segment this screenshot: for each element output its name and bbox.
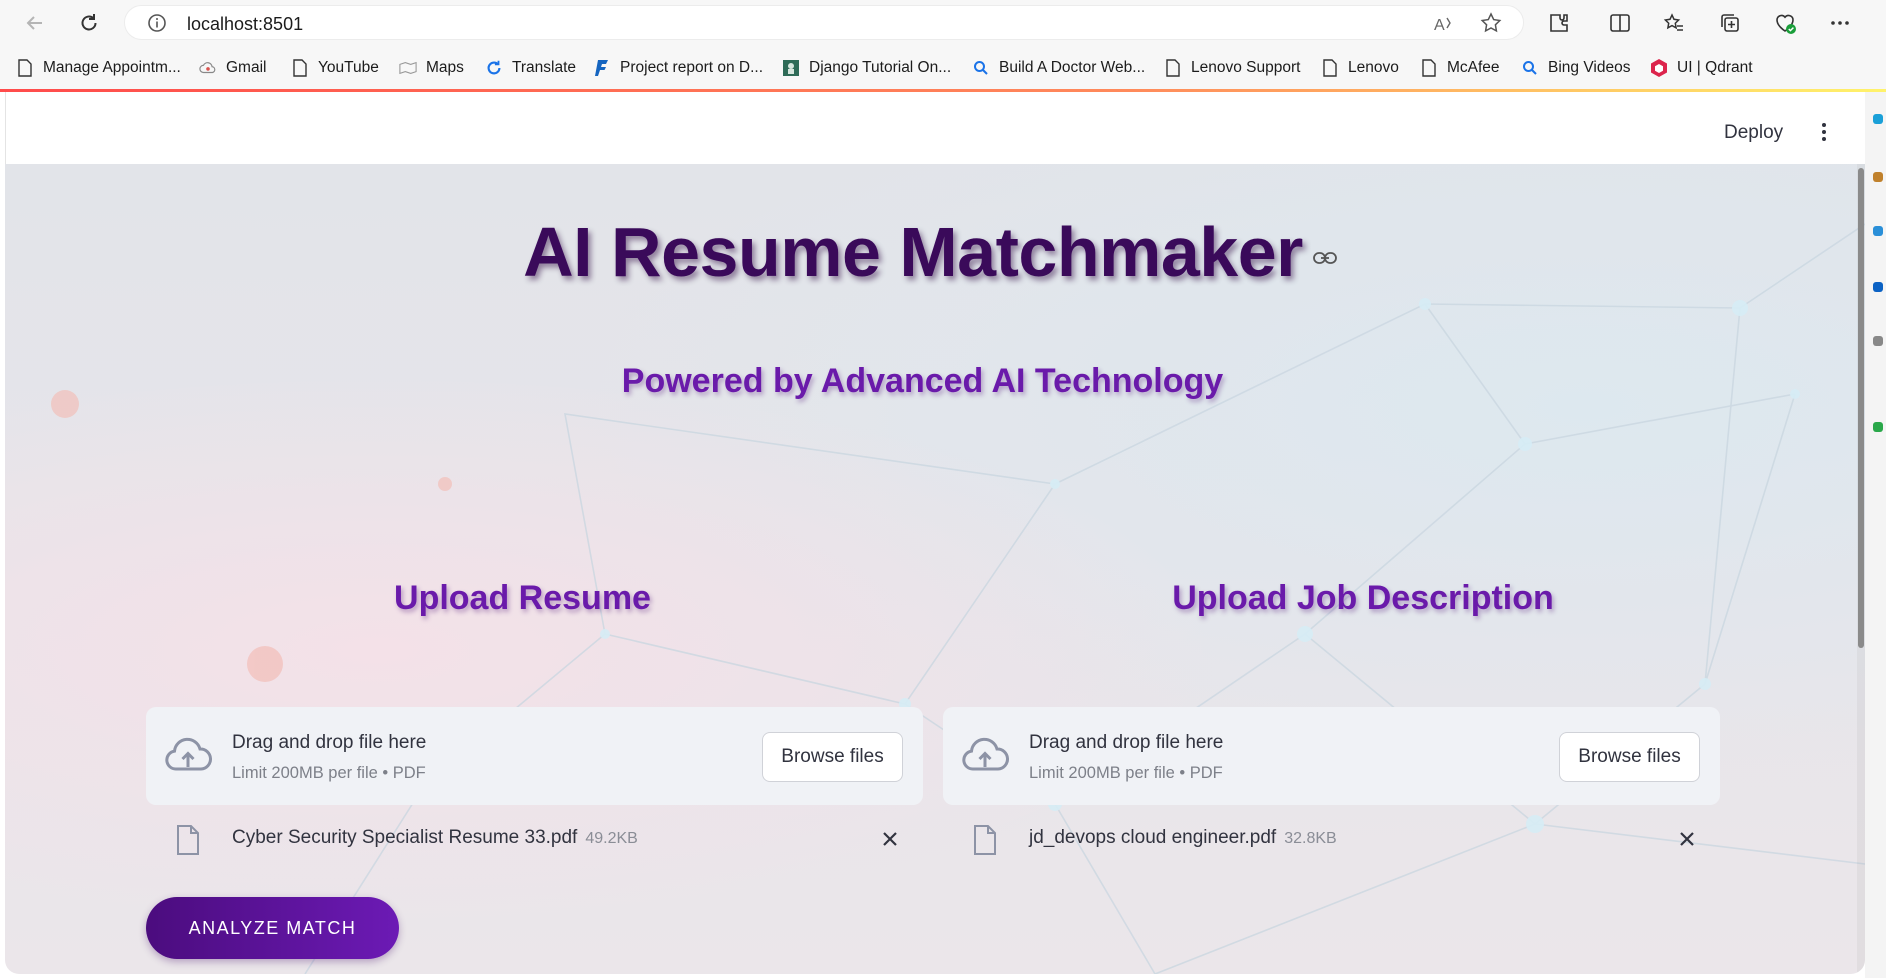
scrollbar-thumb[interactable] (1858, 168, 1864, 648)
cloud-upload-icon (961, 737, 1009, 780)
dropzone-instructions: Drag and drop file here (232, 732, 427, 753)
page-icon (1420, 58, 1438, 78)
bookmark-lenovo-support[interactable]: Lenovo Support (1164, 57, 1300, 79)
bookmark-project-report[interactable]: Project report on D... (593, 57, 763, 79)
refresh-icon[interactable] (72, 7, 106, 39)
upload-resume-heading: Upload Resume (394, 579, 651, 617)
bookmark-build-doctor-web[interactable]: Build A Doctor Web... (972, 57, 1145, 79)
extensions-icon[interactable] (1545, 9, 1573, 37)
page-icon (16, 58, 34, 78)
bing-search-icon (972, 58, 990, 78)
bookmark-lenovo[interactable]: Lenovo (1321, 57, 1399, 79)
django-icon (782, 58, 800, 78)
bookmark-mcafee[interactable]: McAfee (1420, 57, 1500, 79)
bookmark-label: Build A Doctor Web... (999, 59, 1146, 76)
bookmark-manage-appointments[interactable]: Manage Appointm... (16, 57, 181, 79)
bookmark-label: Maps (426, 59, 464, 76)
bookmark-label: UI | Qdrant (1677, 59, 1753, 76)
bookmark-translate[interactable]: Translate (485, 57, 576, 79)
sidebar-app-icon[interactable] (1873, 114, 1883, 124)
bookmark-label: Bing Videos (1548, 59, 1631, 76)
uploaded-file-row: Cyber Security Specialist Resume 33.pdf 4… (146, 818, 923, 858)
bookmark-label: Manage Appointm... (43, 59, 181, 76)
sidebar-app-icon[interactable] (1873, 172, 1883, 182)
maps-icon (399, 58, 417, 78)
bookmark-label: Django Tutorial On... (809, 59, 952, 76)
dropzone-limit: Limit 200MB per file • PDF (232, 764, 426, 782)
analyze-match-button[interactable]: ANALYZE MATCH (146, 897, 399, 959)
page-title: AI Resume Matchmaker (5, 212, 1855, 292)
collections-icon[interactable] (1716, 9, 1744, 37)
qdrant-icon (1650, 58, 1668, 78)
sidebar-app-icon[interactable] (1873, 336, 1883, 346)
sidebar-app-icon[interactable] (1873, 282, 1883, 292)
browse-files-button[interactable]: Browse files (1559, 732, 1700, 782)
app-main: AI Resume Matchmaker Powered by Advanced… (5, 164, 1865, 974)
bookmark-youtube[interactable]: YouTube (291, 57, 379, 79)
browser-essentials-icon[interactable] (1771, 9, 1799, 37)
back-arrow-icon[interactable] (18, 7, 52, 39)
more-menu-icon[interactable] (1826, 9, 1854, 37)
bookmark-maps[interactable]: Maps (399, 57, 464, 79)
deploy-button[interactable]: Deploy (1724, 122, 1783, 144)
cloud-icon (199, 58, 217, 78)
svg-text:A: A (1434, 17, 1445, 34)
split-screen-icon[interactable] (1606, 9, 1634, 37)
favorite-star-icon[interactable] (1479, 11, 1503, 40)
file-name: jd_devops cloud engineer.pdf (1029, 827, 1277, 848)
resume-dropzone[interactable]: Drag and drop file here Limit 200MB per … (146, 707, 923, 805)
sidebar-app-icon[interactable] (1873, 226, 1883, 236)
bing-search-icon (1521, 58, 1539, 78)
main-menu-icon[interactable] (1812, 120, 1836, 144)
scrollbar[interactable] (1857, 164, 1865, 974)
site-info-icon[interactable] (147, 13, 167, 38)
page-icon (1321, 58, 1339, 78)
url-text[interactable]: localhost:8501 (187, 14, 303, 35)
anchor-link-icon[interactable] (1312, 251, 1337, 265)
favorites-icon[interactable] (1660, 9, 1688, 37)
browser-sidebar-strip (1865, 92, 1886, 978)
page-subtitle: Powered by Advanced AI Technology (621, 362, 1224, 400)
bookmarks-bar: Manage Appointm... Gmail YouTube Maps Tr… (0, 46, 1886, 89)
bookmark-label: Gmail (226, 59, 267, 76)
bookmark-bing-videos[interactable]: Bing Videos (1521, 57, 1630, 79)
file-size: 49.2KB (585, 830, 638, 847)
file-name: Cyber Security Specialist Resume 33.pdf (232, 827, 578, 848)
read-aloud-icon[interactable]: A (1433, 14, 1455, 39)
browser-toolbar: localhost:8501 A (0, 0, 1886, 46)
remove-file-icon[interactable] (881, 830, 899, 848)
bookmark-label: Project report on D... (620, 59, 764, 76)
job-description-dropzone[interactable]: Drag and drop file here Limit 200MB per … (943, 707, 1720, 805)
bookmark-label: Lenovo (1348, 59, 1399, 76)
bookmark-label: Lenovo Support (1191, 59, 1301, 76)
app-header: Deploy (5, 92, 1865, 164)
bookmark-qdrant[interactable]: UI | Qdrant (1650, 57, 1753, 79)
page-icon (1164, 58, 1182, 78)
remove-file-icon[interactable] (1678, 830, 1696, 848)
uploaded-file-row: jd_devops cloud engineer.pdf 32.8KB (943, 818, 1720, 858)
f-logo-icon (593, 58, 611, 78)
bookmark-label: Translate (512, 59, 577, 76)
dropzone-limit: Limit 200MB per file • PDF (1029, 764, 1223, 782)
file-icon (176, 824, 200, 861)
dropzone-instructions: Drag and drop file here (1029, 732, 1224, 753)
bookmark-gmail[interactable]: Gmail (199, 57, 266, 79)
browse-files-button[interactable]: Browse files (762, 732, 903, 782)
file-size: 32.8KB (1284, 830, 1337, 847)
bookmark-django-tutorial[interactable]: Django Tutorial On... (782, 57, 951, 79)
bookmark-label: McAfee (1447, 59, 1500, 76)
address-bar[interactable]: localhost:8501 A (124, 5, 1524, 40)
sidebar-app-icon[interactable] (1873, 422, 1883, 432)
page-title-text: AI Resume Matchmaker (523, 213, 1303, 291)
upload-job-description-heading: Upload Job Description (1172, 579, 1554, 617)
bookmark-label: YouTube (318, 59, 379, 76)
translate-icon (485, 58, 503, 78)
page-icon (291, 58, 309, 78)
file-icon (973, 824, 997, 861)
cloud-upload-icon (164, 737, 212, 780)
